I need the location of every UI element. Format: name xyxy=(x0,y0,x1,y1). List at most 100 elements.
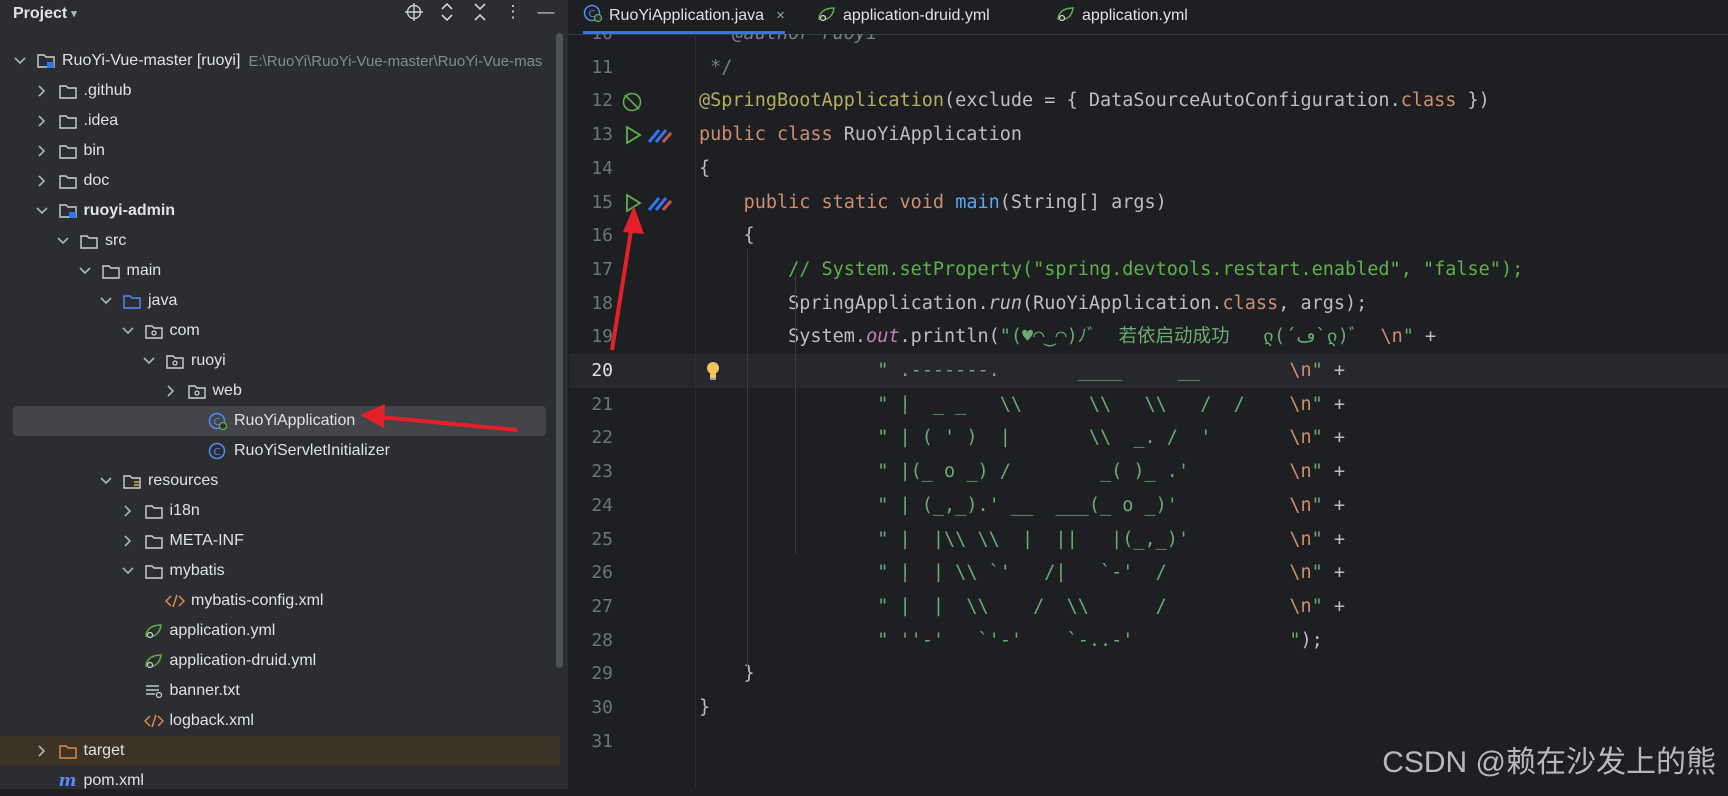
code-text[interactable]: */ xyxy=(699,51,732,85)
tree-item-github[interactable]: .github xyxy=(0,76,560,106)
crosshair-icon[interactable] xyxy=(404,2,424,22)
tree-item-application-druid-yml[interactable]: application-druid.yml xyxy=(0,646,560,676)
tree-item-main[interactable]: main xyxy=(0,256,560,286)
tree-item-web[interactable]: web xyxy=(0,376,560,406)
chevron-down-icon[interactable] xyxy=(121,567,135,575)
chevron-down-icon[interactable] xyxy=(121,327,135,335)
code-text[interactable]: { xyxy=(699,152,710,186)
line-number[interactable]: 16 xyxy=(569,219,613,253)
tree-item-ruoyiservletinitializer[interactable]: C RuoYiServletInitializer xyxy=(0,436,560,466)
code-line-15[interactable]: 15 public static void main(String[] args… xyxy=(569,186,1728,220)
line-number[interactable]: 25 xyxy=(569,523,613,557)
code-text[interactable]: public class RuoYiApplication xyxy=(699,118,1022,152)
line-number[interactable]: 10 xyxy=(569,34,613,51)
code-line-16[interactable]: 16 { xyxy=(569,219,1728,253)
line-number[interactable]: 28 xyxy=(569,624,613,658)
tree-item-src[interactable]: src xyxy=(0,226,560,256)
tree-item-mybatis[interactable]: mybatis xyxy=(0,556,560,586)
line-number[interactable]: 27 xyxy=(569,590,613,624)
chevron-down-icon[interactable] xyxy=(99,477,113,485)
tree-item-mybatis-config-xml[interactable]: mybatis-config.xml xyxy=(0,586,560,616)
code-line-18[interactable]: 18 SpringApplication.run(RuoYiApplicatio… xyxy=(569,287,1728,321)
chevron-down-icon[interactable] xyxy=(56,237,70,245)
chevron-down-icon[interactable] xyxy=(99,297,113,305)
line-number[interactable]: 11 xyxy=(569,51,613,85)
tree-item-java[interactable]: java xyxy=(0,286,560,316)
code-text[interactable]: public static void main(String[] args) xyxy=(699,186,1167,220)
code-line-19[interactable]: 19 System.out.println("(♥◠‿◠)ﾉﾞ 若依启动成功 ლ… xyxy=(569,320,1728,354)
tree-item-com[interactable]: com xyxy=(0,316,560,346)
chevron-down-icon[interactable] xyxy=(13,57,27,65)
code-text[interactable]: * @author ruoyi xyxy=(699,34,877,51)
chevron-down-icon[interactable] xyxy=(35,207,49,215)
code-area[interactable]: 10 * @author ruoyi11 */12@SpringBootAppl… xyxy=(569,34,1728,789)
code-text[interactable]: " ''-' `'-' `-..-' "); xyxy=(699,624,1323,658)
code-text[interactable]: SpringApplication.run(RuoYiApplication.c… xyxy=(699,287,1367,321)
chevron-down-icon[interactable]: ▾ xyxy=(71,7,77,20)
line-number[interactable]: 18 xyxy=(569,287,613,321)
tree-item-ruoyi[interactable]: ruoyi xyxy=(0,346,560,376)
tree-item-bin[interactable]: bin xyxy=(0,136,560,166)
chevron-right-icon[interactable] xyxy=(121,535,135,547)
tree-item-ruoyiapplication[interactable]: C RuoYiApplication xyxy=(13,406,546,436)
code-line-28[interactable]: 28 " ''-' `'-' `-..-' "); xyxy=(569,624,1728,658)
code-line-24[interactable]: 24 " | (_,_).' __ ___(_ o _)' \n" + xyxy=(569,489,1728,523)
tree-item-ruoyi-admin[interactable]: ruoyi-admin xyxy=(0,196,560,226)
tree-item-idea[interactable]: .idea xyxy=(0,106,560,136)
line-number[interactable]: 12 xyxy=(569,84,613,118)
code-line-26[interactable]: 26 " | | \\ `' /| `-' / \n" + xyxy=(569,556,1728,590)
chevron-down-icon[interactable] xyxy=(142,357,156,365)
tree-item-ruoyi-vue-master-ruoyi[interactable]: RuoYi-Vue-master [ruoyi] E:\RuoYi\RuoYi-V… xyxy=(0,46,560,76)
spring-config-icon[interactable] xyxy=(621,91,643,118)
code-line-14[interactable]: 14 { xyxy=(569,152,1728,186)
chevron-right-icon[interactable] xyxy=(164,385,178,397)
chevron-down-icon[interactable] xyxy=(78,267,92,275)
mybatis-icon[interactable] xyxy=(647,125,673,150)
tree-item-logback-xml[interactable]: logback.xml xyxy=(0,706,560,736)
expand-all-icon[interactable] xyxy=(437,2,457,22)
tab-application-yml[interactable]: application.yml xyxy=(1056,0,1188,32)
mybatis-icon[interactable] xyxy=(647,193,673,218)
chevron-right-icon[interactable] xyxy=(35,175,49,187)
code-line-10[interactable]: 10 * @author ruoyi xyxy=(569,34,1728,51)
line-number[interactable]: 19 xyxy=(569,320,613,354)
line-number[interactable]: 20 xyxy=(569,354,613,388)
code-text[interactable]: System.out.println("(♥◠‿◠)ﾉﾞ 若依启动成功 ლ(´ڡ… xyxy=(699,320,1436,354)
code-line-11[interactable]: 11 */ xyxy=(569,51,1728,85)
code-line-30[interactable]: 30} xyxy=(569,691,1728,725)
chevron-right-icon[interactable] xyxy=(35,115,49,127)
code-text[interactable]: } xyxy=(699,691,710,725)
line-number[interactable]: 26 xyxy=(569,556,613,590)
line-number[interactable]: 22 xyxy=(569,421,613,455)
tree-item-target[interactable]: target xyxy=(0,736,560,766)
chevron-right-icon[interactable] xyxy=(35,85,49,97)
code-line-27[interactable]: 27 " | | \\ / \\ / \n" + xyxy=(569,590,1728,624)
minimize-icon[interactable]: — xyxy=(536,2,556,22)
code-text[interactable]: @SpringBootApplication(exclude = { DataS… xyxy=(699,84,1490,118)
line-number[interactable]: 13 xyxy=(569,118,613,152)
code-line-23[interactable]: 23 " |(_ o _) / _( )_ .' \n" + xyxy=(569,455,1728,489)
code-text[interactable]: " | | \\ / \\ / \n" + xyxy=(699,590,1345,624)
tree-item-pom-xml[interactable]: m pom.xml xyxy=(0,766,560,796)
tab-application-druid-yml[interactable]: application-druid.yml xyxy=(817,0,990,32)
lightbulb-icon[interactable] xyxy=(705,361,721,386)
line-number[interactable]: 30 xyxy=(569,691,613,725)
line-number[interactable]: 14 xyxy=(569,152,613,186)
code-text[interactable]: // System.setProperty("spring.devtools.r… xyxy=(699,253,1523,287)
tree-item-meta-inf[interactable]: META-INF xyxy=(0,526,560,556)
more-options-icon[interactable]: ⋮ xyxy=(503,2,523,22)
code-line-20[interactable]: 20 " .-------. ____ __ \n" + xyxy=(569,354,1728,388)
tree-item-i18n[interactable]: i18n xyxy=(0,496,560,526)
line-number[interactable]: 23 xyxy=(569,455,613,489)
line-number[interactable]: 31 xyxy=(569,725,613,759)
code-line-25[interactable]: 25 " | |\\ \\ | || |(_,_)' \n" + xyxy=(569,523,1728,557)
code-line-29[interactable]: 29 } xyxy=(569,657,1728,691)
code-line-21[interactable]: 21 " | _ _ \\ \\ \\ / / \n" + xyxy=(569,388,1728,422)
line-number[interactable]: 21 xyxy=(569,388,613,422)
run-main-icon[interactable] xyxy=(623,192,643,218)
project-panel-title[interactable]: Project xyxy=(13,5,67,23)
code-line-17[interactable]: 17 // System.setProperty("spring.devtool… xyxy=(569,253,1728,287)
tree-item-application-yml[interactable]: application.yml xyxy=(0,616,560,646)
line-number[interactable]: 17 xyxy=(569,253,613,287)
tab-ruoyiapplication-java[interactable]: C RuoYiApplication.java × xyxy=(583,0,785,34)
